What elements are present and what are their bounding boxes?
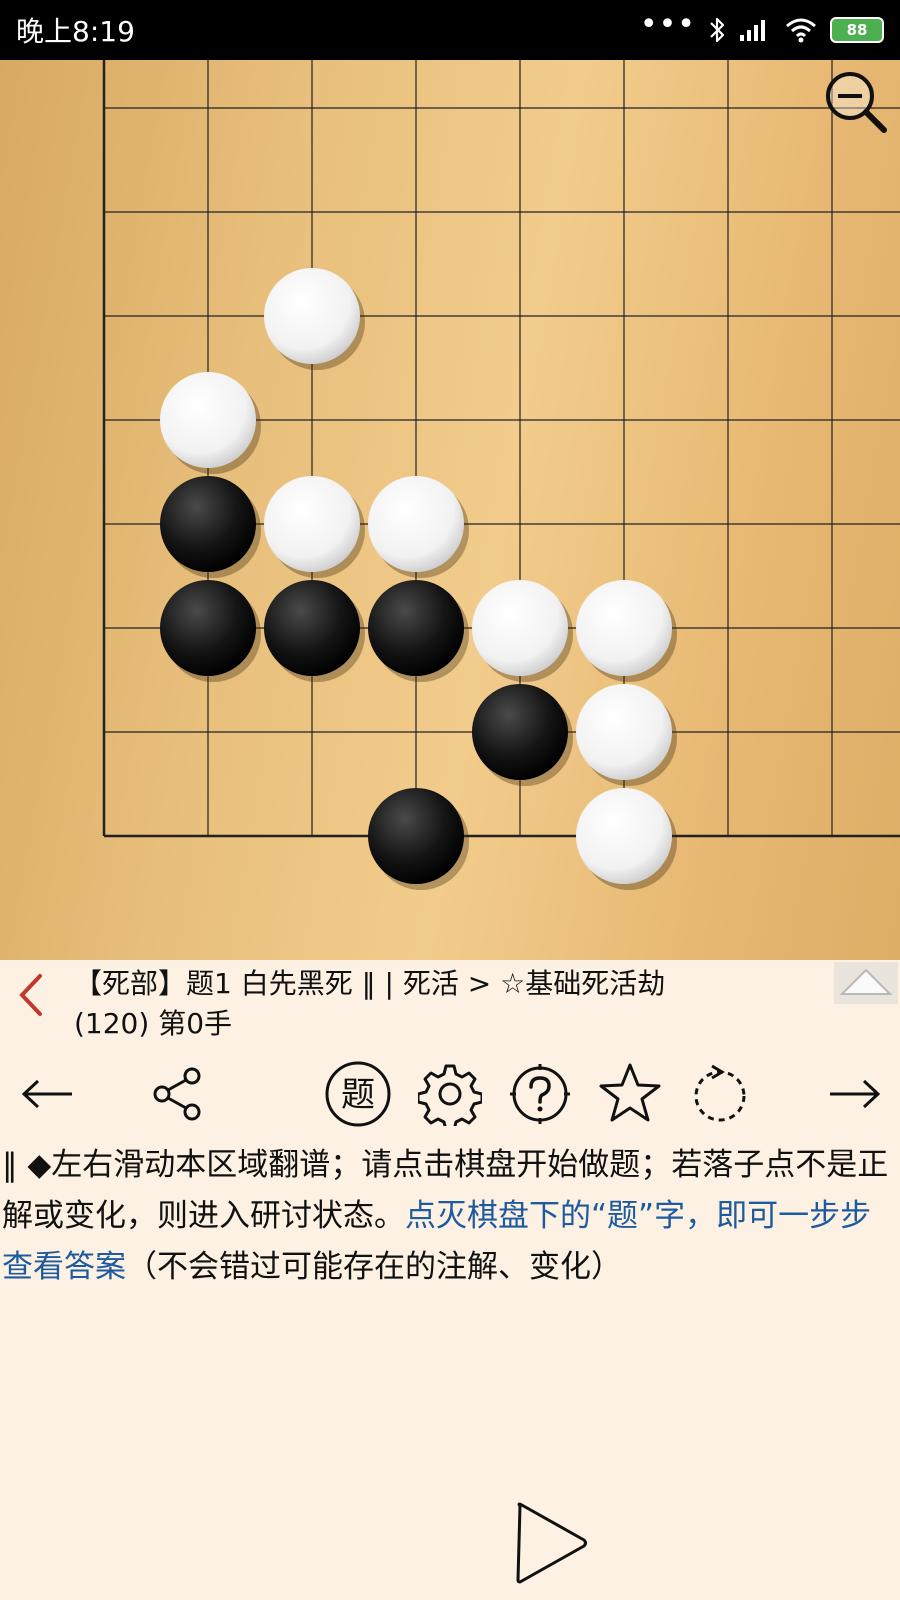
wifi-icon [786,18,816,43]
reset-button[interactable] [684,1058,756,1130]
star-icon [599,1063,661,1122]
prev-button[interactable] [12,1058,84,1130]
black-stone [160,476,261,578]
problem-char: 题 [341,1075,375,1115]
chevron-left-icon [19,974,42,1016]
gear-icon [418,1064,482,1126]
settings-button[interactable] [414,1058,486,1130]
stone-body [368,580,464,676]
black-stone [368,580,469,682]
problem-title-line2: (120) 第0手 [74,1007,233,1040]
board-grid[interactable] [0,60,900,960]
play-icon [516,1502,587,1584]
black-stone [368,788,469,890]
arrow-left-icon [21,1079,72,1109]
more-dots-icon: ••• [639,7,696,42]
share-icon [153,1067,201,1121]
stone-body [264,268,360,364]
stone-body [576,788,672,884]
help-icon [510,1064,570,1124]
stone-body [160,580,256,676]
stone-body [160,372,256,468]
share-button[interactable] [142,1058,214,1130]
white-stone [368,476,469,578]
show-answer-button[interactable]: 题 [322,1058,394,1130]
refresh-icon [694,1064,746,1122]
problem-title-line1: 【死部】题1 白先黑死 ‖ | 死活 > ☆基础死活劫 [74,967,666,1000]
battery-indicator: 88 [830,17,884,43]
stone-body [264,476,360,572]
white-stone [264,268,365,370]
stone-body [472,580,568,676]
stone-body [368,476,464,572]
black-stone [472,684,573,786]
white-stone [576,580,677,682]
collapse-button[interactable] [834,962,898,1004]
stone-body [368,788,464,884]
white-stone [576,684,677,786]
bluetooth-icon [710,17,725,43]
white-stone [160,372,261,474]
black-stone [160,580,261,682]
white-stone [472,580,573,682]
go-board[interactable] [0,60,900,960]
description-part2: （不会错过可能存在的注解、变化） [126,1249,622,1285]
stone-body [576,684,672,780]
status-time: 晚上8:19 [16,15,135,48]
toolbar: 题 [0,1058,900,1130]
stone-body [472,684,568,780]
back-button[interactable] [14,970,48,1020]
problem-info: 【死部】题1 白先黑死 ‖ | 死活 > ☆基础死活劫 (120) 第0手 [0,962,900,1042]
signal-icon [740,20,765,41]
triangle-up-icon [834,962,898,1004]
problem-title: 【死部】题1 白先黑死 ‖ | 死活 > ☆基础死活劫 (120) 第0手 [74,964,814,1044]
hint-button[interactable] [504,1058,576,1130]
problem-char-icon: 题 [325,1061,391,1127]
zoom-out-button[interactable] [820,66,890,136]
status-icons: ••• 88 [640,10,884,44]
zoom-out-icon [826,72,887,133]
next-button[interactable] [818,1058,890,1130]
play-button[interactable] [512,1500,592,1586]
stone-body [264,580,360,676]
status-bar: 晚上8:19 ••• 88 [0,0,900,60]
white-stone [576,788,677,890]
black-stone [264,580,365,682]
favorite-button[interactable] [594,1058,666,1130]
stone-body [160,476,256,572]
white-stone [264,476,365,578]
description-text[interactable]: ‖ ◆左右滑动本区域翻谱；请点击棋盘开始做题；若落子点不是正解或变化，则进入研讨… [2,1140,898,1293]
arrow-right-icon [830,1079,881,1109]
stone-body [576,580,672,676]
battery-level: 88 [846,21,868,39]
